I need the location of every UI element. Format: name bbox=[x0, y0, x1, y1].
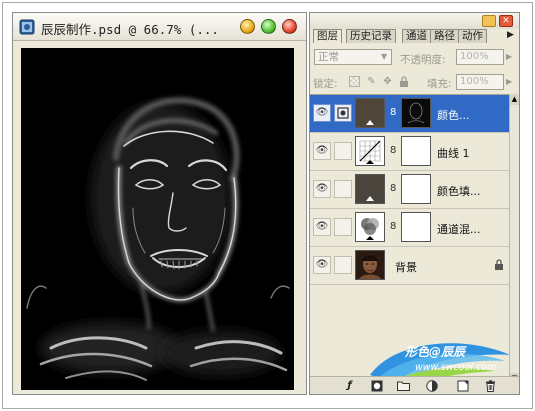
tab-history[interactable]: 历史记录 bbox=[346, 29, 396, 43]
scroll-up-icon[interactable]: ▲ bbox=[510, 94, 519, 105]
tab-channels[interactable]: 通道 bbox=[402, 29, 431, 43]
layer-link-box[interactable] bbox=[334, 104, 352, 122]
new-group-folder-icon[interactable] bbox=[397, 380, 410, 392]
lock-position-move-icon[interactable]: ✥ bbox=[382, 76, 393, 87]
channel-mixer-thumbnail bbox=[355, 212, 385, 242]
layer-background[interactable]: 👁 背景 bbox=[310, 247, 509, 285]
layer-name: 颜色... bbox=[437, 109, 470, 122]
opacity-label: 不透明度: bbox=[400, 54, 446, 66]
layer-name: 通道混... bbox=[437, 223, 481, 236]
watermark-url: www.swcool.com bbox=[415, 362, 497, 373]
tab-actions[interactable]: 动作 bbox=[458, 29, 487, 43]
layers-panel: ✕ 图层 历史记录 通道 路径 动作 ▶ 正常 ▼ 不透明度: 100% ▶ 锁… bbox=[309, 12, 520, 395]
minimize-button[interactable] bbox=[240, 19, 255, 34]
layers-scrollbar[interactable]: ▲ ▼ bbox=[509, 94, 519, 384]
layer-channel-mixer[interactable]: 👁 8 通道混... bbox=[310, 209, 509, 247]
layer-curves[interactable]: 👁 8 曲线 1 bbox=[310, 133, 509, 171]
layer-name: 背景 bbox=[395, 261, 417, 274]
layer-mask-thumbnail bbox=[401, 136, 431, 166]
eye-icon[interactable]: 👁 bbox=[313, 180, 331, 198]
fill-color-thumbnail bbox=[355, 174, 385, 204]
tab-paths[interactable]: 路径 bbox=[430, 29, 459, 43]
lock-label: 锁定: bbox=[313, 78, 338, 90]
new-layer-button[interactable] bbox=[456, 380, 469, 392]
fill-label: 填充: bbox=[427, 78, 452, 90]
background-photo-thumbnail bbox=[355, 250, 385, 280]
blend-mode-select[interactable]: 正常 ▼ bbox=[314, 49, 392, 65]
watermark-title: 形色@辰辰 bbox=[405, 345, 466, 359]
layer-link-box[interactable] bbox=[334, 180, 352, 198]
eye-icon[interactable]: 👁 bbox=[313, 218, 331, 236]
chevron-down-icon: ▼ bbox=[381, 52, 388, 61]
panel-minimize-button[interactable] bbox=[482, 15, 496, 27]
layer-color-fill-selected[interactable]: 👁 8 颜色... bbox=[310, 95, 509, 133]
chain-link-icon[interactable]: 8 bbox=[390, 107, 396, 118]
chain-link-icon[interactable]: 8 bbox=[390, 145, 396, 156]
opacity-field[interactable]: 100% bbox=[456, 49, 504, 65]
lock-transparency-icon[interactable] bbox=[349, 76, 360, 87]
lock-icon bbox=[494, 259, 504, 273]
document-title: 辰辰制作.psd @ 66.7% (... bbox=[41, 22, 219, 37]
document-canvas[interactable] bbox=[21, 48, 294, 390]
layer-mask-thumbnail bbox=[401, 98, 431, 128]
document-window: 辰辰制作.psd @ 66.7% (... bbox=[12, 12, 307, 395]
panel-tabs: 图层 历史记录 通道 路径 动作 ▶ bbox=[310, 29, 519, 43]
photoshop-document-icon bbox=[19, 19, 35, 35]
layer-name: 曲线 1 bbox=[437, 147, 470, 160]
fill-field[interactable]: 100% bbox=[456, 74, 504, 90]
maximize-button[interactable] bbox=[261, 19, 276, 34]
layer-link-box[interactable] bbox=[334, 142, 352, 160]
add-mask-button[interactable] bbox=[370, 380, 383, 392]
layer-style-button[interactable]: ƒ bbox=[343, 380, 356, 392]
panel-menu-arrow-icon[interactable]: ▶ bbox=[507, 30, 514, 40]
chain-link-icon[interactable]: 8 bbox=[390, 183, 396, 194]
fill-slider-arrow-icon[interactable]: ▶ bbox=[506, 77, 512, 86]
eye-icon[interactable]: 👁 bbox=[313, 104, 331, 122]
eye-icon[interactable]: 👁 bbox=[313, 256, 331, 274]
layer-mask-thumbnail bbox=[401, 174, 431, 204]
layer-link-box[interactable] bbox=[334, 256, 352, 274]
lock-pixels-brush-icon[interactable]: ✎ bbox=[366, 76, 377, 87]
panel-title-bar[interactable]: ✕ bbox=[310, 13, 519, 29]
panel-close-button[interactable]: ✕ bbox=[499, 15, 513, 27]
edge-face-artwork bbox=[21, 48, 294, 390]
adjustment-layer-button[interactable] bbox=[425, 380, 438, 392]
chain-link-icon[interactable]: 8 bbox=[390, 221, 396, 232]
layer-mask-thumbnail bbox=[401, 212, 431, 242]
tab-layers[interactable]: 图层 bbox=[313, 29, 342, 43]
fill-color-thumbnail bbox=[355, 98, 385, 128]
panel-bottom-toolbar: ƒ bbox=[310, 376, 519, 394]
blend-row: 正常 ▼ 不透明度: 100% ▶ bbox=[310, 45, 519, 69]
curves-thumbnail bbox=[355, 136, 385, 166]
close-button[interactable] bbox=[282, 19, 297, 34]
eye-icon[interactable]: 👁 bbox=[313, 142, 331, 160]
layer-name: 颜色填... bbox=[437, 185, 481, 198]
layers-list: 👁 8 颜色... 👁 8 曲线 1 👁 8 颜色填... 👁 8 通道混...… bbox=[310, 94, 510, 391]
blend-mode-value: 正常 bbox=[318, 51, 339, 63]
trash-icon[interactable] bbox=[484, 380, 497, 392]
layer-color-fill[interactable]: 👁 8 颜色填... bbox=[310, 171, 509, 209]
lock-row: 锁定: ✎ ✥ 填充: 100% ▶ bbox=[310, 71, 519, 93]
document-titlebar[interactable]: 辰辰制作.psd @ 66.7% (... bbox=[13, 13, 306, 41]
layer-link-box[interactable] bbox=[334, 218, 352, 236]
opacity-slider-arrow-icon[interactable]: ▶ bbox=[506, 52, 512, 61]
lock-all-icon[interactable] bbox=[398, 76, 409, 87]
